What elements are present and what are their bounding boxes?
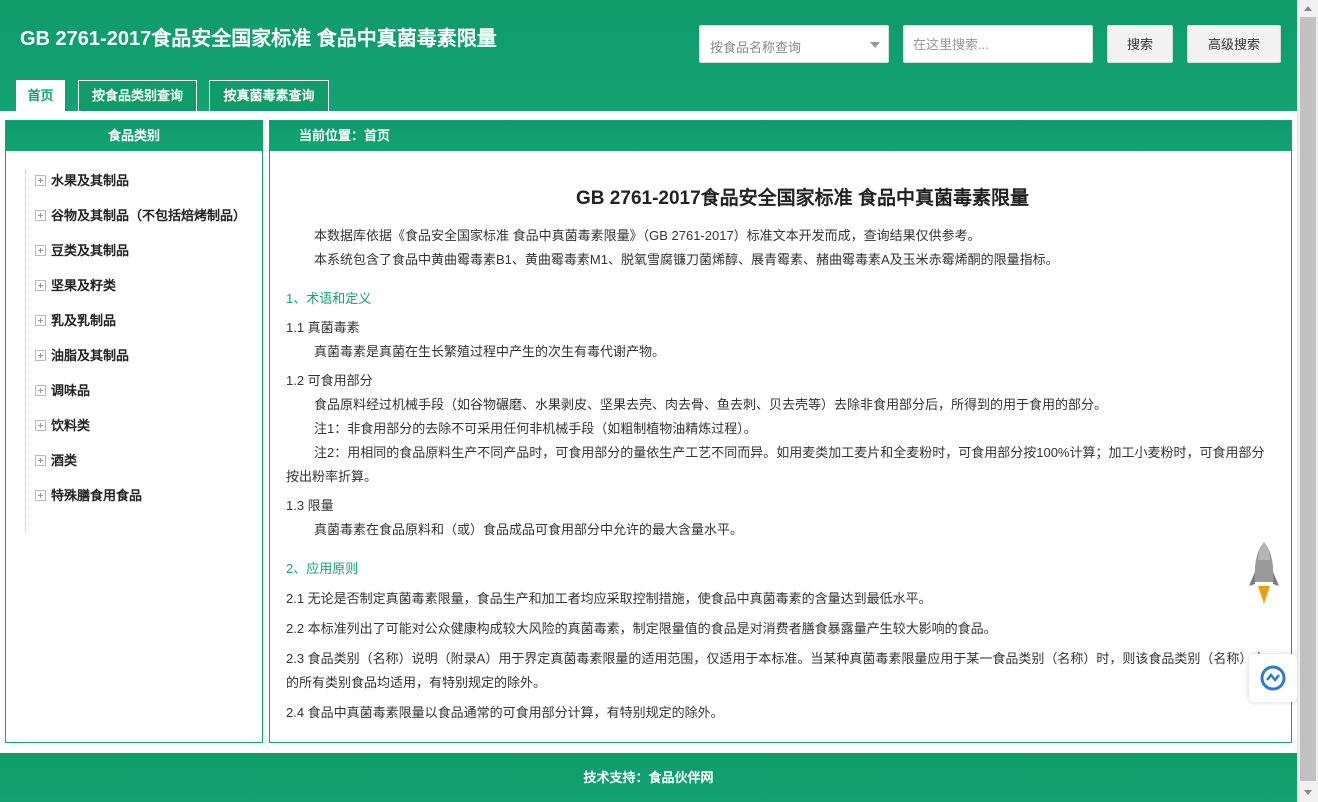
sidebar-heading: 食品类别 — [6, 121, 262, 151]
sidebar-item-grain[interactable]: 谷物及其制品（不包括焙烤制品） — [26, 206, 247, 226]
search-button[interactable]: 搜索 — [1107, 25, 1173, 63]
rocket-icon[interactable] — [1246, 540, 1282, 606]
sidebar-item-label: 饮料类 — [51, 418, 91, 433]
note-text: 注1：非食用部分的去除不可采用任何非机械手段（如粗制植物油精炼过程）。 — [314, 421, 757, 436]
search-input[interactable] — [903, 25, 1093, 63]
subsection-title: 1.2 可食用部分 — [286, 373, 373, 388]
sidebar-item-dairy[interactable]: 乳及乳制品 — [26, 311, 245, 331]
advanced-search-button[interactable]: 高级搜索 — [1187, 25, 1281, 63]
subsection-title: 1.3 限量 — [286, 498, 334, 513]
sidebar-item-label: 酒类 — [51, 453, 78, 468]
expand-plus-icon[interactable] — [35, 490, 46, 501]
sidebar-item-beans[interactable]: 豆类及其制品 — [26, 241, 245, 261]
category-tree: 水果及其制品 谷物及其制品（不包括焙烤制品） 豆类及其制品 坚果及籽类 乳及乳制… — [25, 171, 247, 531]
app-window: GB 2761-2017食品安全国家标准 食品中真菌毒素限量 按食品名称查询 搜… — [0, 0, 1318, 802]
tab-home[interactable]: 首页 — [16, 80, 65, 111]
subsection-title: 1.1 真菌毒素 — [286, 320, 360, 335]
site-title: GB 2761-2017食品安全国家标准 食品中真菌毒素限量 — [20, 28, 497, 50]
sidebar-item-alcohol[interactable]: 酒类 — [26, 451, 245, 471]
sidebar-item-label: 调味品 — [51, 383, 91, 398]
breadcrumb: 当前位置：首页 — [270, 121, 1291, 151]
header: GB 2761-2017食品安全国家标准 食品中真菌毒素限量 按食品名称查询 搜… — [0, 0, 1297, 111]
sidebar-item-label: 谷物及其制品（不包括焙烤制品） — [51, 208, 247, 223]
sidebar-item-nuts[interactable]: 坚果及籽类 — [26, 276, 245, 296]
food-name-select[interactable]: 按食品名称查询 — [699, 25, 889, 63]
principle-paragraph: 2.2 本标准列出了可能对公众健康构成较大风险的真菌毒素，制定限量值的食品是对消… — [286, 621, 997, 636]
sidebar-item-fruit[interactable]: 水果及其制品 — [26, 171, 245, 191]
sidebar-item-beverages[interactable]: 饮料类 — [26, 416, 245, 436]
definition-text: 真菌毒素在食品原料和（或）食品成品可食用部分中允许的最大含量水平。 — [314, 522, 744, 537]
expand-plus-icon[interactable] — [35, 315, 46, 326]
tab-mycotoxin[interactable]: 按真菌毒素查询 — [209, 80, 329, 111]
sidebar-item-label: 坚果及籽类 — [51, 278, 117, 293]
footer: 技术支持：食品伙伴网 — [0, 753, 1297, 802]
sidebar-item-condiments[interactable]: 调味品 — [26, 381, 245, 401]
food-select-placeholder: 按食品名称查询 — [710, 40, 802, 55]
expand-plus-icon[interactable] — [35, 385, 46, 396]
scroll-up-arrow-icon[interactable] — [1304, 6, 1312, 11]
expand-plus-icon[interactable] — [35, 350, 46, 361]
sidebar: 食品类别 水果及其制品 谷物及其制品（不包括焙烤制品） 豆类及其制品 坚果及籽类… — [5, 120, 263, 743]
scrollbar[interactable] — [1297, 0, 1318, 802]
section-title: 1、术语和定义 — [286, 291, 372, 306]
expand-plus-icon[interactable] — [35, 455, 46, 466]
note-text: 注2：用相同的食品原料生产不同产品时，可食用部分的量依生产工艺不同而异。如用麦类… — [286, 445, 1265, 484]
definition-text: 食品原料经过机械手段（如谷物碾磨、水果剥皮、坚果去壳、肉去骨、鱼去刺、贝去壳等）… — [314, 397, 1108, 412]
sidebar-item-label: 特殊膳食用食品 — [51, 488, 143, 503]
scrollbar-thumb[interactable] — [1300, 17, 1316, 781]
section-title: 2、应用原则 — [286, 561, 359, 576]
intro-paragraph: 本数据库依据《食品安全国家标准 食品中真菌毒素限量》（GB 2761-2017）… — [314, 228, 981, 243]
expand-plus-icon[interactable] — [35, 280, 46, 291]
definition-text: 真菌毒素是真菌在生长繁殖过程中产生的次生有毒代谢产物。 — [314, 344, 666, 359]
intro-paragraph: 本系统包含了食品中黄曲霉毒素B1、黄曲霉毒素M1、脱氧雪腐镰刀菌烯醇、展青霉素、… — [314, 252, 1059, 267]
document-title: GB 2761-2017食品安全国家标准 食品中真菌毒素限量 — [576, 188, 1029, 209]
expand-plus-icon[interactable] — [35, 175, 46, 186]
chevron-down-icon — [870, 42, 880, 48]
sidebar-item-label: 水果及其制品 — [51, 173, 130, 188]
sidebar-item-special-diet[interactable]: 特殊膳食用食品 — [26, 486, 245, 506]
expand-plus-icon[interactable] — [35, 210, 46, 221]
expand-plus-icon[interactable] — [35, 420, 46, 431]
assistant-icon — [1260, 665, 1286, 691]
principle-paragraph: 2.4 食品中真菌毒素限量以食品通常的可食用部分计算，有特别规定的除外。 — [286, 705, 724, 720]
sidebar-item-label: 油脂及其制品 — [51, 348, 130, 363]
sidebar-item-oils[interactable]: 油脂及其制品 — [26, 346, 245, 366]
sidebar-item-label: 乳及乳制品 — [51, 313, 117, 328]
principle-paragraph: 2.3 食品类别（名称）说明（附录A）用于界定真菌毒素限量的适用范围，仅适用于本… — [286, 651, 1266, 690]
main-panel: 当前位置：首页 GB 2761-2017食品安全国家标准 食品中真菌毒素限量 本… — [269, 120, 1292, 743]
sidebar-item-label: 豆类及其制品 — [51, 243, 130, 258]
tab-food-category[interactable]: 按食品类别查询 — [78, 80, 197, 111]
expand-plus-icon[interactable] — [35, 245, 46, 256]
principle-paragraph: 2.1 无论是否制定真菌毒素限量，食品生产和加工者均应采取控制措施，使食品中真菌… — [286, 591, 932, 606]
content: GB 2761-2017食品安全国家标准 食品中真菌毒素限量 本数据库依据《食品… — [270, 183, 1291, 725]
assistant-button[interactable] — [1249, 654, 1297, 702]
scroll-down-arrow-icon[interactable] — [1304, 790, 1312, 795]
